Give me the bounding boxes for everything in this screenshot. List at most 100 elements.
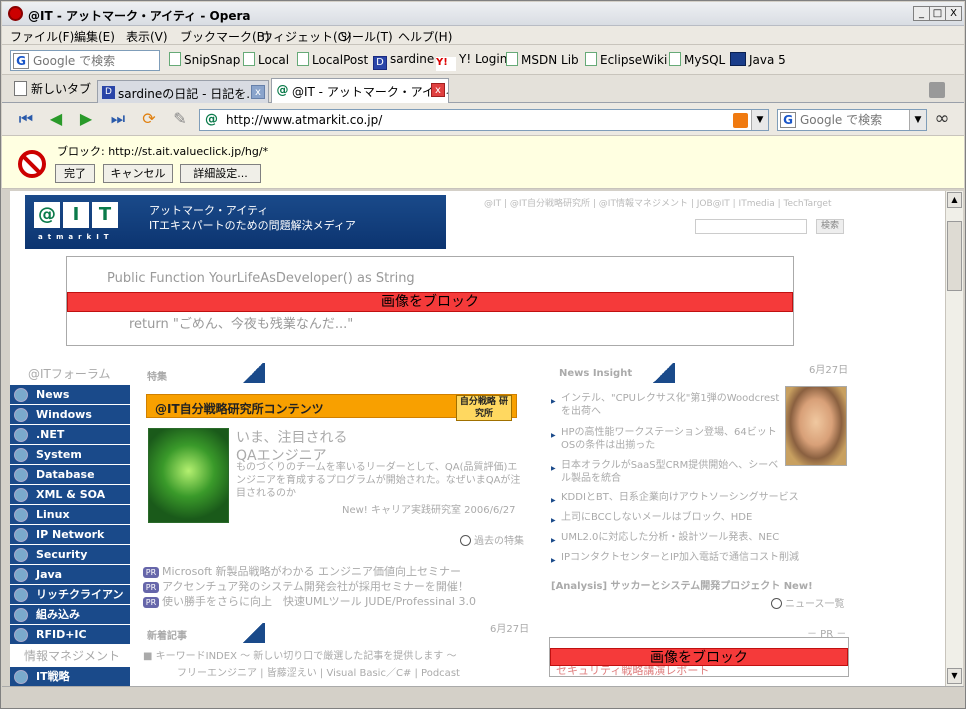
news-item[interactable]: HPの高性能ワークステーション登場、64ビットOSの条件は出揃った <box>551 426 781 452</box>
google-icon: G <box>780 112 796 128</box>
nav-system[interactable]: System <box>10 445 130 465</box>
news-item[interactable]: 日本オラクルがSaaS型CRM提供開始へ、シーベル製品を統合 <box>551 459 781 485</box>
blocked-image-label[interactable]: 画像をブロック <box>67 292 793 312</box>
banner-text: @IT自分戦略研究所コンテンツ <box>155 402 324 416</box>
details-button[interactable]: 詳細設定... <box>180 164 261 183</box>
network-links[interactable]: @IT | @IT自分戦略研究所 | @IT情報マネジメント | JOB@IT … <box>484 196 831 209</box>
nav-bullet-icon <box>14 588 28 602</box>
tab-atmarkit[interactable]: @ @IT - アットマーク・アイティ x <box>271 78 449 104</box>
nav-embedded[interactable]: 組み込み <box>10 605 130 625</box>
bookmark-label: LocalPost <box>312 53 369 67</box>
news-date: 6月27日 <box>809 365 849 376</box>
nav-search-input[interactable] <box>800 111 920 128</box>
pr-item[interactable]: PR 使い勝手をさらに向上 快速UMLツール JUDE/Professinal 3… <box>143 593 476 609</box>
blocked-image-label[interactable]: 画像をブロック <box>550 648 848 666</box>
nav-rfid-ic[interactable]: RFID+IC <box>10 625 130 645</box>
bookmark-java5[interactable]: Java 5 <box>730 52 786 67</box>
scroll-up-icon[interactable]: ▲ <box>947 192 962 208</box>
bookmark-localpost[interactable]: LocalPost <box>297 52 368 67</box>
pr-item[interactable]: PR Microsoft 新製品戦略がわかる エンジニア価値向上セミナー <box>143 563 461 579</box>
back-icon[interactable]: ◀ <box>46 111 66 129</box>
nav-security[interactable]: Security <box>10 545 130 565</box>
binoculars-icon[interactable]: ∞ <box>932 110 952 129</box>
diary-icon: D <box>373 56 387 70</box>
address-dropdown-icon[interactable]: ▼ <box>751 110 768 130</box>
career-badge: 自分戦略 研究所 <box>456 395 512 421</box>
menu-view[interactable]: 表示(V) <box>126 28 168 45</box>
nav-google-search[interactable]: G ▼ <box>777 109 927 131</box>
logo-letter: T <box>92 202 118 228</box>
feature-title-1[interactable]: いま、注目される <box>236 427 347 447</box>
cancel-button[interactable]: キャンセル <box>103 164 173 183</box>
news-item[interactable]: UML2.0に対応した分析・設計ツール発表、NEC <box>551 531 841 547</box>
nav-xml-soa[interactable]: XML & SOA <box>10 485 130 505</box>
edit-icon[interactable]: ✎ <box>170 111 190 129</box>
menu-help[interactable]: ヘルプ(H) <box>398 28 452 45</box>
career-banner[interactable]: @IT自分戦略研究所コンテンツ 自分戦略 研究所 <box>146 394 517 421</box>
rewind-icon[interactable]: ⏮ <box>16 111 36 129</box>
new-tab-button[interactable]: 新しいタブ <box>14 80 91 97</box>
url-input[interactable] <box>226 112 726 128</box>
fast-forward-icon[interactable]: ⏭ <box>108 111 128 129</box>
menu-file[interactable]: ファイル(F) <box>10 28 74 45</box>
nav-news[interactable]: News <box>10 385 130 405</box>
menu-tools[interactable]: ツール(T) <box>340 28 393 45</box>
nav-ip-network[interactable]: IP Network <box>10 525 130 545</box>
news-item[interactable]: インテル、"CPUレクサス化"第1弾のWoodcrestを出荷へ <box>551 392 781 418</box>
scroll-thumb[interactable] <box>947 221 962 291</box>
opera-logo-icon <box>8 6 23 21</box>
feature-image[interactable] <box>148 428 229 523</box>
search-engine-dropdown-icon[interactable]: ▼ <box>909 110 926 130</box>
past-features-link[interactable]: 過去の特集 <box>460 532 524 547</box>
topic-links[interactable]: フリーエンジニア | 皆藤涩えい | Visual Basic／C# | Pod… <box>177 664 460 679</box>
scroll-down-icon[interactable]: ▼ <box>947 668 962 684</box>
vertical-scrollbar[interactable]: ▲ ▼ <box>945 191 963 686</box>
bookmark-local[interactable]: Local <box>243 52 289 67</box>
site-search-button[interactable]: 検索 <box>816 219 844 234</box>
close-tab-icon[interactable]: x <box>431 83 445 97</box>
nav-label: Database <box>36 468 95 481</box>
google-search-input[interactable] <box>33 52 153 69</box>
close-window-button[interactable]: X <box>945 6 962 21</box>
nav-windows[interactable]: Windows <box>10 405 130 425</box>
close-tab-icon[interactable]: x <box>251 85 265 99</box>
bookmark-yahoo-login[interactable]: Y! Y! Login <box>436 52 507 71</box>
news-item[interactable]: KDDIとBT、日系企業向けアウトソーシングサービス <box>551 491 841 507</box>
nav-java[interactable]: Java <box>10 565 130 585</box>
nav-linux[interactable]: Linux <box>10 505 130 525</box>
pr-item[interactable]: PR アクセンチュア発のシステム開発会社が採用セミナーを開催！ <box>143 578 469 594</box>
nav-dotnet[interactable]: .NET <box>10 425 130 445</box>
reload-icon[interactable]: ⟳ <box>139 111 159 129</box>
forward-icon[interactable]: ▶ <box>76 111 96 129</box>
atmark-icon: @ <box>276 83 289 97</box>
bookmark-mysql[interactable]: MySQL <box>669 52 725 67</box>
news-item[interactable]: 上司にBCCしないメールはブロック、HDE <box>551 511 841 527</box>
news-list-link[interactable]: ニュース一覧 <box>771 595 845 610</box>
nav-database[interactable]: Database <box>10 465 130 485</box>
menu-widgets[interactable]: ウィジェット(G) <box>261 28 352 45</box>
nav-label: IT戦略 <box>36 670 70 683</box>
maximize-button[interactable]: □ <box>929 6 946 21</box>
site-search-input[interactable] <box>695 219 807 234</box>
minimize-button[interactable]: _ <box>913 6 930 21</box>
nav-it-strategy[interactable]: IT戦略 <box>10 667 130 686</box>
rss-feed-icon[interactable] <box>733 113 748 128</box>
menu-bookmarks[interactable]: ブックマーク(B) <box>180 28 270 45</box>
site-logo[interactable]: @ I T atmarkIT アットマーク・アイティ ITエキスパートのための問題解… <box>25 195 446 249</box>
bookmark-google-search[interactable]: G <box>10 50 160 71</box>
bookmark-snipsnap[interactable]: SnipSnap <box>169 52 240 67</box>
tab-sardine-diary[interactable]: D sardineの日記 - 日記を.... x <box>97 80 269 103</box>
nav-rich-client[interactable]: リッチクライアント <box>10 585 130 620</box>
done-button[interactable]: 完了 <box>55 164 95 183</box>
bookmark-sardine[interactable]: Dsardine <box>373 52 434 70</box>
news-item[interactable]: IPコンタクトセンターとIP加入電話で通信コスト削減 <box>551 551 841 567</box>
trash-icon[interactable] <box>929 82 945 98</box>
keyword-index-link[interactable]: ■ キーワードINDEX 〜 新しい切り口で厳選した記事を提供します 〜 <box>143 647 456 662</box>
address-bar[interactable]: @ ▼ <box>199 109 769 131</box>
news-photo[interactable] <box>785 386 847 466</box>
bookmark-msdn-lib[interactable]: MSDN Lib <box>506 52 579 67</box>
bookmark-eclipsewiki[interactable]: EclipseWiki <box>585 52 667 67</box>
menu-edit[interactable]: 編集(E) <box>74 28 115 45</box>
analysis-link[interactable]: [Analysis] サッカーとシステム開発プロジェクト New! <box>551 577 813 592</box>
nav-label: XML & SOA <box>36 488 106 501</box>
